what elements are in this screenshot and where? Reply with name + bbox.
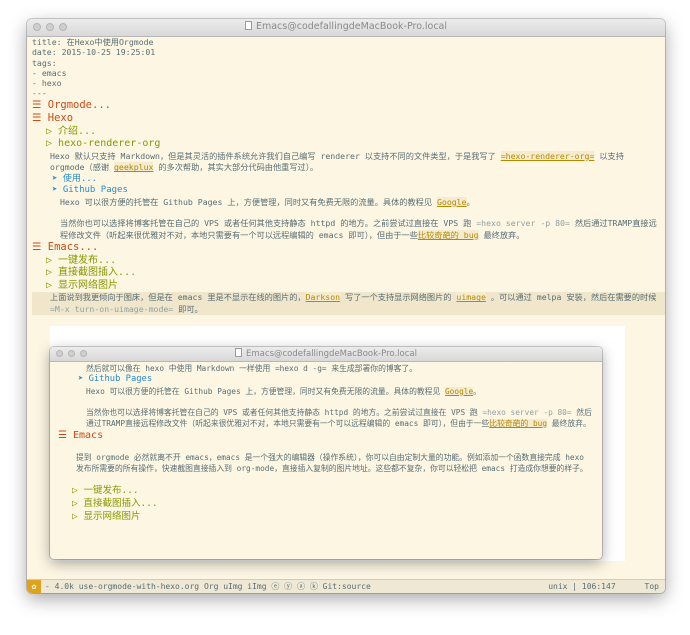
renderer-link[interactable]: =hexo-renderer-org= (500, 150, 595, 161)
triangle-icon: ▷ (72, 484, 84, 496)
inline-code: =hexo server -p 80= (482, 407, 572, 417)
mode-line-left: - 4.0k use-orgmode-with-hexo.org Org uIm… (45, 582, 371, 591)
frontmatter-tags: tags: (32, 57, 57, 68)
heading-hexo[interactable]: ☰ Hexo (32, 112, 665, 126)
triangle-icon: ▷ (46, 125, 59, 137)
frontmatter-tag: - hexo (32, 78, 62, 89)
document-icon (244, 21, 252, 30)
heading-bullet-icon: ☰ (32, 241, 48, 254)
heading-bullet-icon: ☰ (58, 429, 73, 441)
heading-hexo-intro[interactable]: ▷ 介绍... (32, 126, 665, 139)
inline-code: =hexo server -p 80= (476, 218, 570, 229)
frontmatter-separator: --- (32, 88, 47, 99)
renderer-paragraph: Hexo 默认只支持 Markdown，但是其灵活的插件系统允许我们自己编写 r… (50, 150, 624, 173)
frontmatter-tag: - emacs (32, 67, 67, 78)
inner-heading-publish: ▷ 一键发布... (72, 484, 139, 496)
inner-window-title: Emacs@codefallingdeMacBook-Pro.local (50, 348, 602, 359)
triangle-icon: ▷ (46, 279, 59, 291)
inner-buffer: 然后就可以像在 hexo 中使用 Markdown 一样使用 =hexo d -… (50, 363, 602, 559)
uimage-paragraph: 上面说到我更倾向于图床，但是在 emacs 里是不显示在线的图片的，Darkso… (32, 292, 665, 316)
vps-paragraph: 当然你也可以选择将博客托管在自己的 VPS 或者任何其他支持静态 httpd 的… (60, 218, 657, 240)
mode-line: ✿ - 4.0k use-orgmode-with-hexo.org Org uI… (27, 579, 665, 593)
inner-google-link: Google (444, 386, 474, 396)
heading-hexo-renderer[interactable]: ▷ hexo-renderer-org (32, 138, 665, 151)
cursor-position: unix | 106:147 (548, 582, 616, 591)
triangle-icon: ▷ (46, 254, 59, 266)
google-link[interactable]: Google (436, 196, 467, 207)
frontmatter-title: title: 在Hexo中使用Orgmode (32, 37, 154, 47)
inner-deploy-line: 然后就可以像在 hexo 中使用 Markdown 一样使用 =hexo d -… (86, 364, 418, 373)
heading-screenshot[interactable]: ▷ 直接截图插入... (32, 267, 665, 280)
inner-emacs-paragraph: 提到 orgmode 必然就离不开 emacs，emacs 是一个强大的编辑器（… (76, 452, 588, 473)
heading-emacs[interactable]: ☰ Emacs... (32, 241, 665, 255)
heading-show-images[interactable]: ▷ 显示网络图片 (32, 280, 665, 293)
buffer-state-icon: ✿ (27, 580, 41, 593)
heading-usage[interactable]: ➤ 使用... (32, 174, 665, 186)
frontmatter-date: date: 2015-10-25 19:25:01 (32, 47, 156, 58)
triangle-icon: ▷ (46, 267, 59, 279)
scroll-position: Top (644, 582, 659, 591)
inner-title-bar: Emacs@codefallingdeMacBook-Pro.local (50, 347, 602, 362)
darkson-link[interactable]: Darkson (305, 292, 341, 303)
window-title: Emacs@codefallingdeMacBook-Pro.local (27, 21, 665, 32)
inner-vps-paragraph: 当然你也可以选择将博客托管在自己的 VPS 或者任何其他支持静态 httpd 的… (86, 407, 592, 428)
arrow-right-icon: ➤ (78, 374, 89, 384)
inline-code: =M-x turn-on-uimage-mode= (50, 303, 174, 314)
inner-heading-github-pages: ➤ Github Pages (78, 374, 153, 384)
triangle-icon: ▷ (72, 510, 84, 522)
github-pages-paragraph: Hexo 可以很方便的托管在 Github Pages 上，方便管理，同时又有免… (60, 196, 475, 207)
heading-bullet-icon: ☰ (32, 112, 48, 125)
mode-line-right: unix | 106:147 Top (548, 580, 659, 593)
arrow-right-icon: ➤ (52, 185, 63, 196)
geekplux-link[interactable]: geekplux (114, 162, 154, 173)
uimage-link[interactable]: uimage (456, 292, 486, 303)
bug-link[interactable]: 比较奇葩的 bug (417, 229, 479, 240)
inner-github-pages-paragraph: Hexo 可以很方便的托管在 Github Pages 上，方便管理，同时又有免… (86, 386, 481, 396)
heading-github-pages[interactable]: ➤ Github Pages (32, 185, 665, 197)
triangle-icon: ▷ (72, 497, 84, 509)
embedded-screenshot-window: Emacs@codefallingdeMacBook-Pro.local 然后就… (50, 347, 602, 559)
heading-bullet-icon: ☰ (32, 98, 48, 111)
document-icon (235, 348, 243, 357)
inner-bug-link: 比较奇葩的 bug (489, 418, 548, 428)
inner-heading-emacs: ☰ Emacs (58, 429, 104, 441)
inner-heading-screenshot: ▷ 直接截图插入... (72, 497, 158, 509)
arrow-right-icon: ➤ (52, 173, 63, 184)
inner-heading-show-images: ▷ 显示网络图片 (72, 510, 141, 522)
heading-orgmode[interactable]: ☰ Orgmode... (32, 99, 665, 113)
title-bar[interactable]: Emacs@codefallingdeMacBook-Pro.local (27, 19, 665, 37)
triangle-icon: ▷ (46, 138, 59, 150)
heading-publish[interactable]: ▷ 一键发布... (32, 255, 665, 268)
